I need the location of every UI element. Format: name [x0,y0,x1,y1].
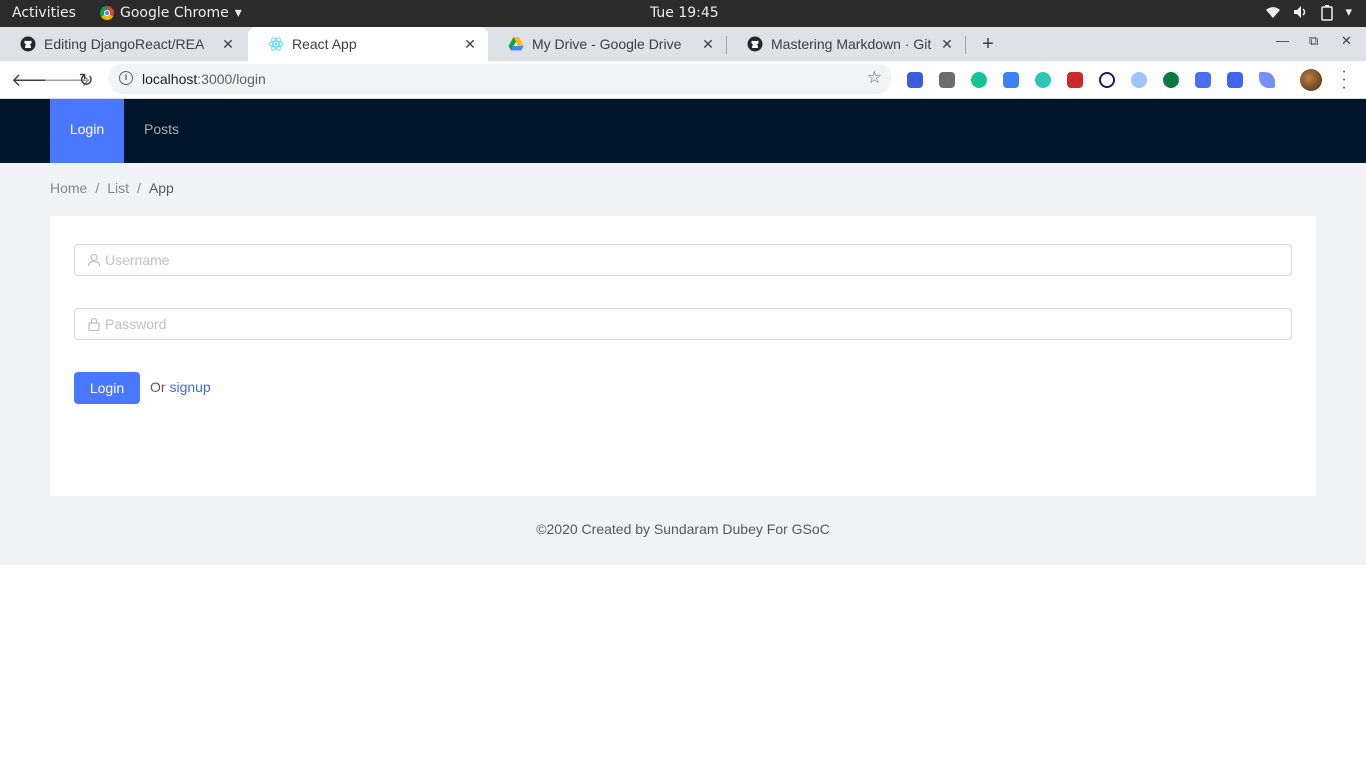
extension-icon[interactable] [1067,72,1083,88]
activities-button[interactable]: Activities [12,5,76,21]
breadcrumb: Home / List / App [50,180,174,196]
extension-icon[interactable] [1035,72,1051,88]
password-field[interactable] [74,308,1292,340]
tab-google-drive[interactable]: My Drive - Google Drive ✕ [488,27,726,61]
window-close-icon[interactable]: ✕ [1341,33,1352,49]
avatar[interactable] [1300,69,1322,91]
chrome-icon [100,6,114,20]
tab-react-app[interactable]: React App ✕ [248,27,488,61]
back-button[interactable]: 🡐 [11,69,59,91]
reload-button[interactable]: ↻ [75,69,97,91]
browser-toolbar: 🡐 🡒 ↻ i localhost:3000/login ☆ · · · [0,61,1366,99]
tab-separator [965,36,966,54]
tab-editing-djangoreact[interactable]: Editing DjangoReact/REA ✕ [0,27,246,61]
or-label: Or [150,379,166,395]
tab-title: Editing DjangoReact/REA [44,36,205,52]
url-text[interactable]: localhost:3000/login [142,71,266,87]
forward-button[interactable]: 🡒 [43,69,91,91]
url-path: :3000/login [197,71,266,87]
app-header: Login Posts [0,99,1366,163]
github-icon [747,36,763,52]
extension-icon[interactable] [1003,72,1019,88]
breadcrumb-item-list[interactable]: List [107,180,129,196]
new-tab-button[interactable]: + [978,32,998,56]
system-tray[interactable]: ▾ [1265,5,1352,25]
chevron-down-icon: ▾ [234,5,242,21]
tab-title: Mastering Markdown · Git [771,36,932,52]
minimize-icon[interactable]: — [1276,33,1289,48]
url-host: localhost [142,71,198,87]
close-icon[interactable]: ✕ [462,36,478,53]
extension-icon[interactable] [1163,72,1179,88]
breadcrumb-separator: / [137,180,141,196]
battery-icon [1321,5,1334,25]
app-menu[interactable]: Google Chrome ▾ [100,5,242,21]
google-drive-icon [508,36,524,52]
user-icon [87,253,101,267]
page-footer: ©2020 Created by Sundaram Dubey For GSoC [536,521,830,537]
chevron-down-icon: ▾ [1345,5,1352,20]
username-input[interactable] [105,245,1285,275]
breadcrumb-separator: / [95,180,100,196]
address-bar[interactable]: i localhost:3000/login ☆ [108,64,892,94]
app-name: Google Chrome [120,5,229,21]
tab-strip: Editing DjangoReact/REA ✕ React App ✕ My… [0,27,1366,61]
extension-icon[interactable] [1259,72,1275,88]
clock[interactable]: Tue 19:45 [650,5,719,21]
lock-icon [87,317,101,332]
volume-icon [1293,5,1309,25]
tab-mastering-markdown[interactable]: Mastering Markdown · Git ✕ [727,27,965,61]
signup-link[interactable]: signup [169,379,210,395]
nav-item-login[interactable]: Login [50,99,124,163]
close-icon[interactable]: ✕ [939,36,955,53]
password-input[interactable] [105,309,1285,339]
more-menu-icon[interactable]: · · · [1338,64,1350,96]
login-button[interactable]: Login [74,372,140,404]
tab-title: My Drive - Google Drive [532,36,682,52]
signup-prompt: Or signup [150,379,211,395]
app-layout: Login Posts Home / List / App Login Or s… [0,99,1366,565]
extension-icon[interactable] [907,72,923,88]
react-icon [268,36,284,52]
github-icon [20,36,36,52]
extension-icon[interactable] [1099,72,1115,88]
breadcrumb-item-app: App [148,180,174,196]
close-icon[interactable]: ✕ [220,36,236,53]
close-icon[interactable]: ✕ [700,36,716,53]
extension-icon[interactable] [1227,72,1243,88]
extension-icon[interactable] [939,72,955,88]
bookmark-star-icon[interactable]: ☆ [867,68,882,88]
info-icon[interactable]: i [119,71,133,85]
restore-icon[interactable]: ⧉ [1309,33,1318,49]
extension-icon[interactable] [1131,72,1147,88]
os-top-bar: Activities Google Chrome ▾ Tue 19:45 ▾ [0,0,1366,27]
breadcrumb-item-home[interactable]: Home [50,180,87,196]
nav-item-posts[interactable]: Posts [124,99,199,163]
extension-icon[interactable] [1195,72,1211,88]
wifi-icon [1265,5,1281,25]
tab-title: React App [292,36,357,52]
username-field[interactable] [74,244,1292,276]
grammarly-icon[interactable] [971,72,987,88]
login-card: Login Or signup [50,216,1316,496]
